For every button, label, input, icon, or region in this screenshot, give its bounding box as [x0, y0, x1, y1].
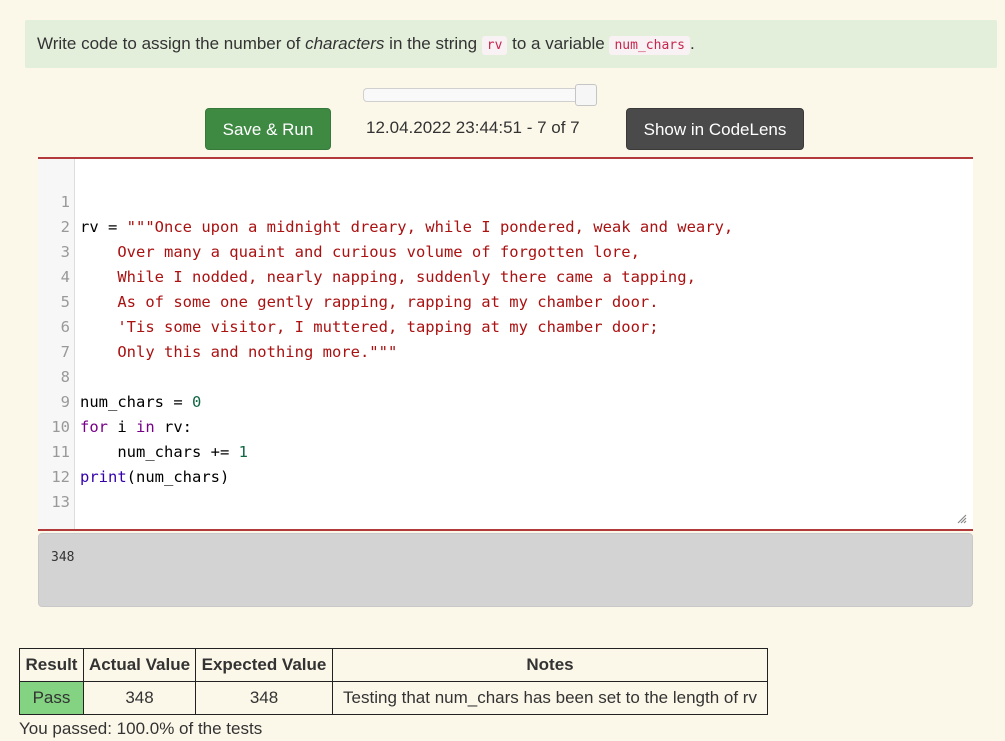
code-line: 4 As of some one gently rapping, rapping…	[38, 240, 659, 311]
code-token: rv =	[80, 218, 127, 236]
code-line: 9 for i in rv:	[38, 365, 192, 436]
prompt-text-middle: in the string	[384, 34, 482, 53]
show-in-codelens-button[interactable]: Show in CodeLens	[626, 108, 804, 150]
notes-cell: Testing that num_chars has been set to t…	[332, 681, 768, 715]
column-header: Result	[19, 648, 84, 682]
column-header: Expected Value	[195, 648, 333, 682]
inline-code-rv: rv	[481, 36, 508, 55]
result-cell: Pass	[19, 681, 84, 715]
tests-summary: You passed: 100.0% of the tests	[19, 719, 263, 738]
code-line: 6 Only this and nothing more."""	[38, 290, 398, 361]
number-token: 1	[238, 443, 248, 461]
code-line: 5 'Tis some visitor, I muttered, tapping…	[38, 265, 659, 336]
prompt-text-end: .	[689, 34, 695, 53]
code-line: 10 num_chars += 1	[38, 390, 248, 461]
table-header-row: Result Actual Value Expected Value Notes	[19, 648, 768, 682]
history-slider-handle[interactable]	[575, 84, 597, 106]
code-line: 2 Over many a quaint and curious volume …	[38, 190, 640, 261]
inline-code-num-chars: num_chars	[609, 36, 690, 55]
keyword-token: for	[80, 418, 108, 436]
question-prompt: Write code to assign the number of chara…	[25, 20, 997, 68]
output-panel: 348	[38, 533, 973, 607]
prompt-emphasis: characters	[305, 34, 385, 53]
number-token: 0	[191, 393, 202, 411]
string-token: As of some one gently rapping, rapping a…	[80, 293, 659, 311]
keyword-token: in	[136, 418, 155, 436]
builtin-token: print	[80, 468, 127, 486]
code-line: 8 num_chars = 0	[38, 340, 202, 411]
history-slider-fill	[364, 89, 594, 101]
table-row: Pass 348 348 Testing that num_chars has …	[19, 681, 768, 715]
code-token: i	[108, 418, 136, 436]
string-token: """Once upon a midnight dreary, while I …	[126, 218, 734, 236]
code-line: 3 While I nodded, nearly napping, sudden…	[38, 215, 696, 286]
string-token: 'Tis some visitor, I muttered, tapping a…	[80, 318, 659, 336]
line-number: 13	[51, 493, 70, 511]
code-line: 12	[38, 440, 75, 486]
prompt-text-after: to a variable	[507, 34, 610, 53]
test-results-table: Result Actual Value Expected Value Notes…	[19, 648, 768, 715]
code-line: 13	[38, 465, 75, 511]
history-slider-track[interactable]	[363, 88, 595, 102]
column-header: Notes	[332, 648, 768, 682]
code-token: num_chars +=	[80, 443, 239, 461]
save-and-run-button[interactable]: Save & Run	[205, 108, 331, 150]
expected-value-cell: 348	[195, 681, 333, 715]
code-token: num_chars =	[80, 393, 192, 411]
actual-value-cell: 348	[83, 681, 196, 715]
resize-handle-icon[interactable]	[957, 514, 967, 524]
code-line: 1 rv = """Once upon a midnight dreary, w…	[38, 165, 734, 236]
code-token: rv:	[154, 418, 192, 436]
string-token: Only this and nothing more."""	[80, 343, 398, 361]
string-token: While I nodded, nearly napping, suddenly…	[80, 268, 696, 286]
column-header: Actual Value	[83, 648, 196, 682]
prompt-text-before: Write code to assign the number of	[37, 34, 306, 53]
code-editor[interactable]: 1 rv = """Once upon a midnight dreary, w…	[38, 157, 973, 531]
output-text: 348	[51, 550, 75, 565]
code-line: 11 print(num_chars)	[38, 415, 229, 486]
string-token: Over many a quaint and curious volume of…	[80, 243, 640, 261]
code-token: (num_chars)	[126, 468, 230, 486]
run-timestamp: 12.04.2022 23:44:51 - 7 of 7	[366, 118, 580, 137]
code-line: 7	[38, 315, 75, 361]
